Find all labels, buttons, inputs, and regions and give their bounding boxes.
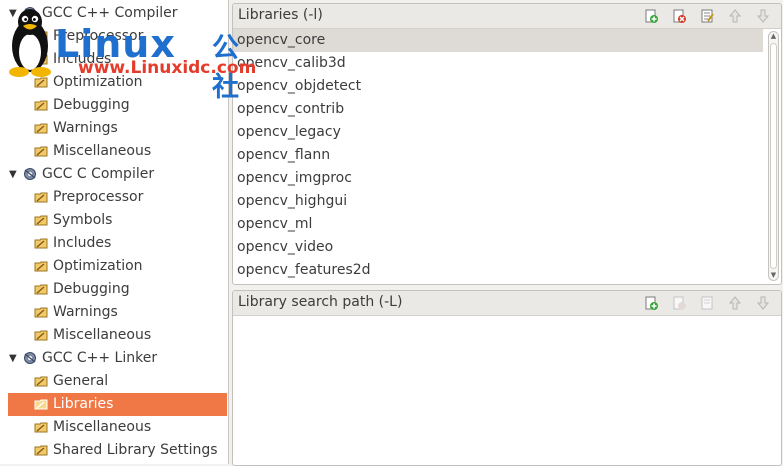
expand-arrow-icon[interactable]: ▼ — [9, 347, 17, 370]
tree-item-label: Miscellaneous — [53, 327, 152, 343]
expand-arrow-icon[interactable]: ▼ — [9, 2, 17, 25]
tree-group-label: GCC C++ Linker — [42, 350, 158, 366]
edit-icon[interactable] — [699, 295, 715, 311]
tree-item-label: Warnings — [53, 120, 118, 136]
list-item[interactable]: opencv_objdetect — [233, 75, 763, 98]
tree-item-optimization[interactable]: Optimization — [0, 255, 228, 278]
list-item[interactable]: opencv_contrib — [233, 98, 763, 121]
scroll-up-arrow-icon[interactable]: ▲ — [769, 32, 778, 41]
tree-group-gcc-cpp-compiler[interactable]: ▼ GCC C++ Compiler — [0, 2, 228, 25]
tree-item-label: Symbols — [53, 212, 113, 228]
gear-tool-icon — [24, 7, 36, 19]
tree-item-label: Miscellaneous — [53, 143, 152, 159]
tree-item-label: Includes — [53, 235, 112, 251]
move-up-icon[interactable] — [727, 295, 743, 311]
folder-settings-icon — [34, 376, 48, 387]
tree-item-general[interactable]: General — [0, 370, 228, 393]
settings-tree: ▼ GCC C++ Compiler Preprocessor Includes… — [0, 0, 229, 464]
tree-item-label: General — [53, 373, 109, 389]
tree-item-label: Debugging — [53, 97, 130, 113]
folder-settings-icon — [34, 77, 48, 88]
panel-title: Library search path (-L) — [238, 294, 403, 310]
gear-tool-icon — [24, 168, 36, 180]
tree-group-gcc-cpp-linker[interactable]: ▼ GCC C++ Linker — [0, 347, 228, 370]
tree-item-optimization[interactable]: Optimization — [0, 71, 228, 94]
libraries-panel: Libraries (-l) opencv_core opencv_calib3… — [232, 3, 782, 285]
gear-tool-icon — [24, 352, 36, 364]
tree-item-symbols[interactable]: Symbols — [0, 209, 228, 232]
add-icon[interactable] — [643, 8, 659, 24]
move-up-icon[interactable] — [727, 8, 743, 24]
list-item[interactable]: opencv_features2d — [233, 259, 763, 282]
list-item[interactable]: opencv_video — [233, 236, 763, 259]
tree-item-label: Preprocessor — [53, 28, 144, 44]
folder-settings-icon — [34, 54, 48, 65]
folder-settings-icon — [34, 399, 48, 410]
tree-group-label: GCC C Compiler — [42, 166, 155, 182]
edit-icon[interactable] — [699, 8, 715, 24]
tree-item-label: Preprocessor — [53, 189, 144, 205]
tree-item-preprocessor[interactable]: Preprocessor — [0, 25, 228, 48]
folder-settings-icon — [34, 31, 48, 42]
panel-header: Libraries (-l) — [233, 4, 781, 29]
folder-settings-icon — [34, 284, 48, 295]
folder-settings-icon — [34, 238, 48, 249]
folder-settings-icon — [34, 422, 48, 433]
tree-item-label: Miscellaneous — [53, 419, 152, 435]
tree-item-warnings[interactable]: Warnings — [0, 117, 228, 140]
tree-item-label: Libraries — [53, 396, 114, 412]
list-item[interactable]: opencv_calib3d — [233, 52, 763, 75]
tree-item-warnings[interactable]: Warnings — [0, 301, 228, 324]
tree-item-label: Shared Library Settings — [53, 442, 218, 458]
add-icon[interactable] — [643, 295, 659, 311]
tree-group-gcc-c-compiler[interactable]: ▼ GCC C Compiler — [0, 163, 228, 186]
list-item[interactable]: opencv_flann — [233, 144, 763, 167]
tree-item-includes[interactable]: Includes — [0, 232, 228, 255]
tree-item-label: Optimization — [53, 258, 143, 274]
folder-settings-icon — [34, 215, 48, 226]
tree-item-miscellaneous[interactable]: Miscellaneous — [0, 324, 228, 347]
scrollbar-thumb[interactable] — [770, 43, 777, 269]
folder-settings-icon — [34, 307, 48, 318]
tree-item-label: Includes — [53, 51, 112, 67]
folder-settings-icon — [34, 100, 48, 111]
tree-item-includes[interactable]: Includes — [0, 48, 228, 71]
folder-settings-icon — [34, 146, 48, 157]
move-down-icon[interactable] — [755, 8, 771, 24]
list-item[interactable]: opencv_imgproc — [233, 167, 763, 190]
scroll-down-arrow-icon[interactable]: ▼ — [769, 271, 778, 280]
vertical-scrollbar[interactable]: ▲ ▼ — [768, 31, 779, 281]
tree-item-debugging[interactable]: Debugging — [0, 278, 228, 301]
folder-settings-icon — [34, 192, 48, 203]
tree-item-miscellaneous[interactable]: Miscellaneous — [0, 140, 228, 163]
tree-group-label: GCC C++ Compiler — [42, 5, 178, 21]
panel-title: Libraries (-l) — [238, 7, 323, 23]
tree-item-label: Debugging — [53, 281, 130, 297]
list-item[interactable]: opencv_core — [233, 29, 763, 52]
folder-settings-icon — [34, 123, 48, 134]
delete-icon[interactable] — [671, 8, 687, 24]
panel-header: Library search path (-L) — [233, 291, 781, 316]
tree-item-label: Optimization — [53, 74, 143, 90]
list-item[interactable]: opencv_legacy — [233, 121, 763, 144]
folder-settings-icon — [34, 261, 48, 272]
delete-icon[interactable] — [671, 295, 687, 311]
move-down-icon[interactable] — [755, 295, 771, 311]
folder-settings-icon — [34, 330, 48, 341]
library-search-path-panel: Library search path (-L) — [232, 290, 782, 466]
tree-item-label: Warnings — [53, 304, 118, 320]
tree-item-debugging[interactable]: Debugging — [0, 94, 228, 117]
tree-item-shared-library-settings[interactable]: Shared Library Settings — [0, 439, 228, 462]
tree-item-miscellaneous[interactable]: Miscellaneous — [0, 416, 228, 439]
list-item[interactable]: opencv_highgui — [233, 190, 763, 213]
tree-item-libraries[interactable]: Libraries — [8, 393, 227, 416]
expand-arrow-icon[interactable]: ▼ — [9, 163, 17, 186]
folder-settings-icon — [34, 445, 48, 456]
list-item[interactable]: opencv_ml — [233, 213, 763, 236]
tree-item-preprocessor[interactable]: Preprocessor — [0, 186, 228, 209]
